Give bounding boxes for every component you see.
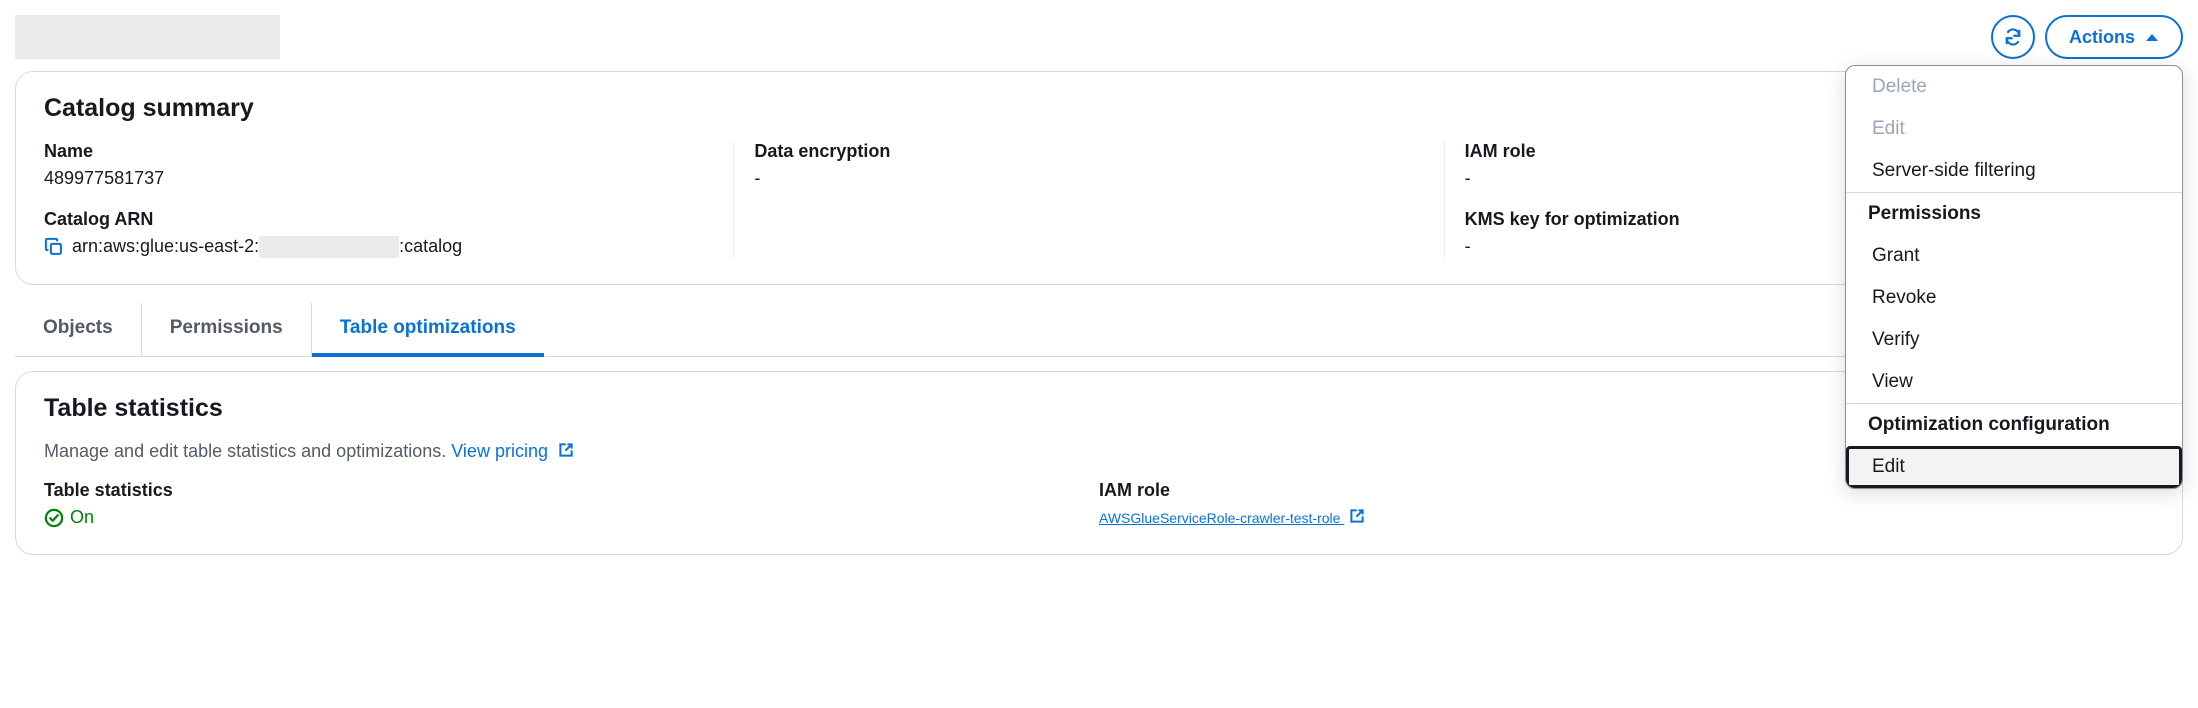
iam-role-link[interactable]: AWSGlueServiceRole-crawler-test-role <box>1099 510 1366 526</box>
refresh-icon <box>2003 27 2023 47</box>
check-circle-icon <box>44 508 64 528</box>
caret-up-icon <box>2145 32 2159 42</box>
status-on: On <box>44 507 1099 528</box>
stats-description: Manage and edit table statistics and opt… <box>44 441 446 461</box>
name-value: 489977581737 <box>44 168 713 189</box>
dropdown-optimization-header: Optimization configuration <box>1846 403 2182 446</box>
view-pricing-link[interactable]: View pricing <box>451 441 575 461</box>
dropdown-revoke[interactable]: Revoke <box>1846 277 2182 319</box>
arn-redacted <box>259 236 399 258</box>
dropdown-verify[interactable]: Verify <box>1846 319 2182 361</box>
tab-objects[interactable]: Objects <box>15 303 142 356</box>
refresh-button[interactable] <box>1991 15 2035 59</box>
redacted-title <box>15 15 280 59</box>
catalog-summary-title: Catalog summary <box>44 94 2154 123</box>
dropdown-edit: Edit <box>1846 108 2182 150</box>
dropdown-optimization-edit[interactable]: Edit <box>1846 446 2182 488</box>
dropdown-server-side-filtering[interactable]: Server-side filtering <box>1846 150 2182 192</box>
catalog-arn-value: arn:aws:glue:us-east-2::catalog <box>72 236 462 258</box>
tab-permissions[interactable]: Permissions <box>142 303 312 356</box>
data-encryption-label: Data encryption <box>754 141 1423 162</box>
catalog-arn-label: Catalog ARN <box>44 209 713 230</box>
dropdown-delete: Delete <box>1846 66 2182 108</box>
actions-dropdown: Delete Edit Server-side filtering Permis… <box>1845 65 2183 489</box>
table-stats-label: Table statistics <box>44 480 1099 501</box>
external-link-icon <box>1348 507 1366 525</box>
external-link-icon <box>557 441 575 459</box>
name-label: Name <box>44 141 713 162</box>
actions-button[interactable]: Actions <box>2045 15 2183 59</box>
copy-icon[interactable] <box>44 237 64 257</box>
dropdown-grant[interactable]: Grant <box>1846 235 2182 277</box>
dropdown-view[interactable]: View <box>1846 361 2182 403</box>
dropdown-permissions-header: Permissions <box>1846 192 2182 235</box>
table-statistics-title: Table statistics <box>44 394 575 423</box>
actions-label: Actions <box>2069 27 2135 48</box>
data-encryption-value: - <box>754 168 1423 189</box>
tab-table-optimizations[interactable]: Table optimizations <box>312 303 544 357</box>
